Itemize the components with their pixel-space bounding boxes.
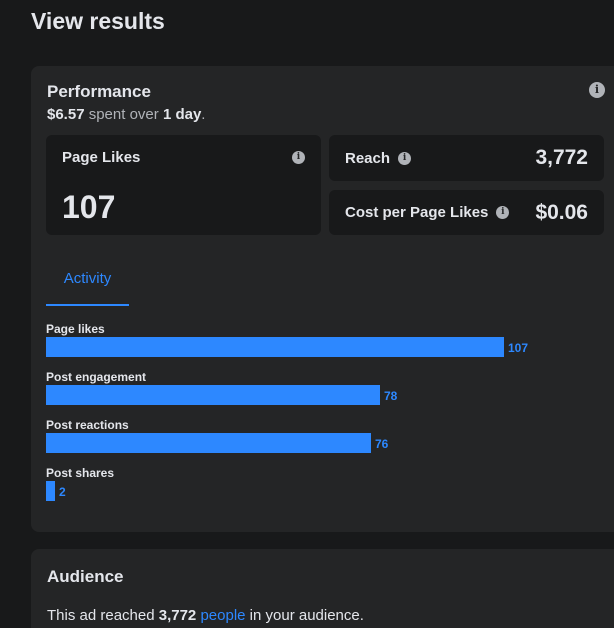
audience-card: Audience This ad reached 3,772 people in… [31, 549, 614, 628]
bar-label: Post shares [46, 466, 115, 480]
audience-count: 3,772 [158, 607, 197, 624]
page-likes-value: 107 [62, 189, 116, 225]
cost-per-like-value: $0.06 [535, 200, 588, 224]
performance-info-icon[interactable]: i [589, 82, 605, 98]
page-title: View results [31, 8, 165, 34]
audience-title: Audience [47, 567, 124, 586]
bar [46, 433, 371, 453]
tab-activity-underline [46, 304, 129, 306]
performance-title: Performance [47, 82, 151, 101]
people-link[interactable]: people [200, 607, 245, 624]
bar [46, 385, 380, 405]
audience-text-pre: This ad reached [47, 607, 159, 624]
bar-value-label: 2 [59, 485, 66, 499]
bar-label: Page likes [46, 322, 105, 336]
performance-card: Performance $6.57 spent over 1 day. i Pa… [31, 66, 614, 532]
duration: 1 day [162, 106, 202, 123]
performance-spend-summary: $6.57 spent over 1 day. [47, 106, 205, 123]
reach-value: 3,772 [535, 146, 588, 169]
tab-activity-label: Activity [63, 270, 112, 287]
bar-value-label: 76 [375, 437, 389, 451]
bar-value-label: 78 [384, 389, 398, 403]
cost-per-like-label: Cost per Page Likes [345, 204, 489, 221]
spent-amount: $6.57 [47, 106, 85, 123]
page-likes-info-icon[interactable]: i [292, 151, 305, 164]
audience-summary: This ad reached 3,772 people in your aud… [47, 607, 364, 624]
spent-end-text: . [201, 106, 206, 123]
cost-per-like-box: Cost per Page Likes i $0.06 [329, 190, 604, 235]
bar-label: Post engagement [46, 370, 147, 384]
reach-label: Reach [345, 149, 391, 167]
bar [46, 337, 504, 357]
bar [46, 481, 55, 501]
page-likes-box: Page Likes i 107 [46, 135, 321, 235]
audience-text-post: in your audience. [245, 607, 364, 624]
tab-activity[interactable]: Activity [46, 256, 129, 306]
reach-info-icon[interactable]: i [398, 151, 412, 165]
cost-per-like-info-icon[interactable]: i [496, 206, 510, 219]
bar-label: Post reactions [46, 418, 129, 432]
page-likes-label: Page Likes [62, 149, 141, 166]
spent-mid-text: spent over [84, 106, 163, 123]
reach-box: Reach i 3,772 [329, 135, 604, 181]
bar-value-label: 107 [508, 341, 529, 355]
